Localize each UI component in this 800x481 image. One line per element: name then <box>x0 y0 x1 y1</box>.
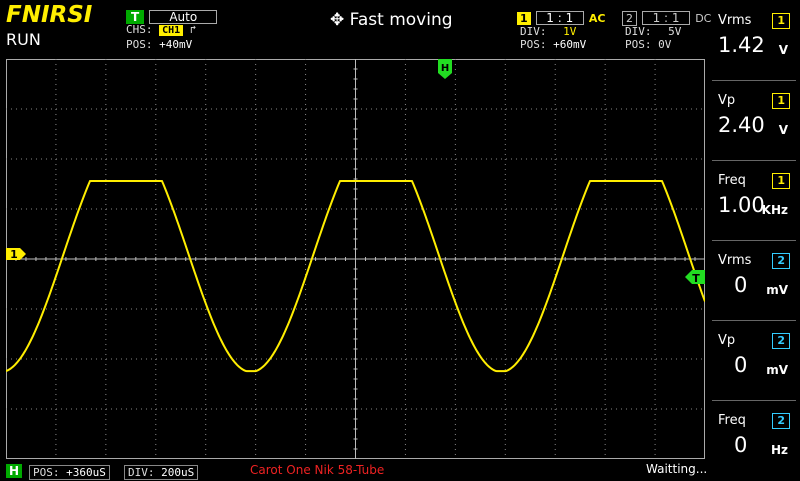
ch1-header[interactable]: 1 1 : 1 AC <box>517 7 605 26</box>
meas-ch1-vp[interactable]: Vp 1 2.40 V <box>712 85 796 161</box>
bottom-status-bar: H POS: +360uS DIV: 200uS Carot One Nik 5… <box>0 462 800 480</box>
trigger-pos-row: POS: +40mV <box>126 38 193 51</box>
channel-badge: 2 <box>772 413 790 429</box>
rising-edge-icon: ↱ <box>189 23 197 36</box>
meas-ch1-vrms[interactable]: Vrms 1 1.42 V <box>712 5 796 81</box>
device-caption: Carot One Nik 58-Tube <box>250 463 385 477</box>
h-position[interactable]: POS: +360uS <box>29 465 110 480</box>
ch1-probe[interactable]: 1 : 1 <box>535 11 584 25</box>
ch1-badge: 1 <box>517 12 531 25</box>
svg-text:H: H <box>441 63 449 74</box>
ch2-header[interactable]: 2 1 : 1 DC <box>622 7 711 26</box>
channel-badge: 1 <box>772 13 790 29</box>
svg-text:T: T <box>692 272 700 285</box>
ch1-pos-row: POS: +60mV <box>520 38 587 51</box>
ch2-badge: 2 <box>622 11 637 26</box>
trigger-mode[interactable]: Auto <box>149 10 218 24</box>
trigger-source-row: CHS: CH1 ↱ <box>126 23 197 36</box>
ch1-coupling[interactable]: AC <box>589 12 606 25</box>
ch1-div-row: DIV: 1V <box>520 25 577 38</box>
scope-screen[interactable]: H 1 T <box>5 59 706 459</box>
trigger-badge: T <box>126 10 145 24</box>
channel-badge: 2 <box>772 333 790 349</box>
timebase-div[interactable]: DIV: 200uS <box>124 465 199 480</box>
timebase-badge: H <box>6 464 23 478</box>
brand-logo: FNIRSI <box>6 2 93 28</box>
meas-ch1-freq[interactable]: Freq 1 1.00 KHz <box>712 165 796 241</box>
svg-text:1: 1 <box>10 248 18 261</box>
channel-badge: 1 <box>772 93 790 109</box>
page-title: ✥ Fast moving <box>330 10 453 30</box>
waveform-display[interactable]: H 1 T <box>5 59 706 459</box>
ch2-div-row: DIV: 5V <box>625 25 682 38</box>
trigger-source-badge[interactable]: CH1 <box>159 25 184 36</box>
run-state[interactable]: RUN <box>6 30 41 49</box>
meas-ch2-vrms[interactable]: Vrms 2 0 mV <box>712 245 796 321</box>
move-icon: ✥ <box>330 10 345 30</box>
ch2-coupling[interactable]: DC <box>695 12 711 25</box>
acquisition-status: Waitting... <box>646 462 708 476</box>
meas-ch2-vp[interactable]: Vp 2 0 mV <box>712 325 796 401</box>
channel-badge: 1 <box>772 173 790 189</box>
ch2-pos-row: POS: 0V <box>625 38 672 51</box>
ch2-probe[interactable]: 1 : 1 <box>642 11 691 25</box>
channel-badge: 2 <box>772 253 790 269</box>
